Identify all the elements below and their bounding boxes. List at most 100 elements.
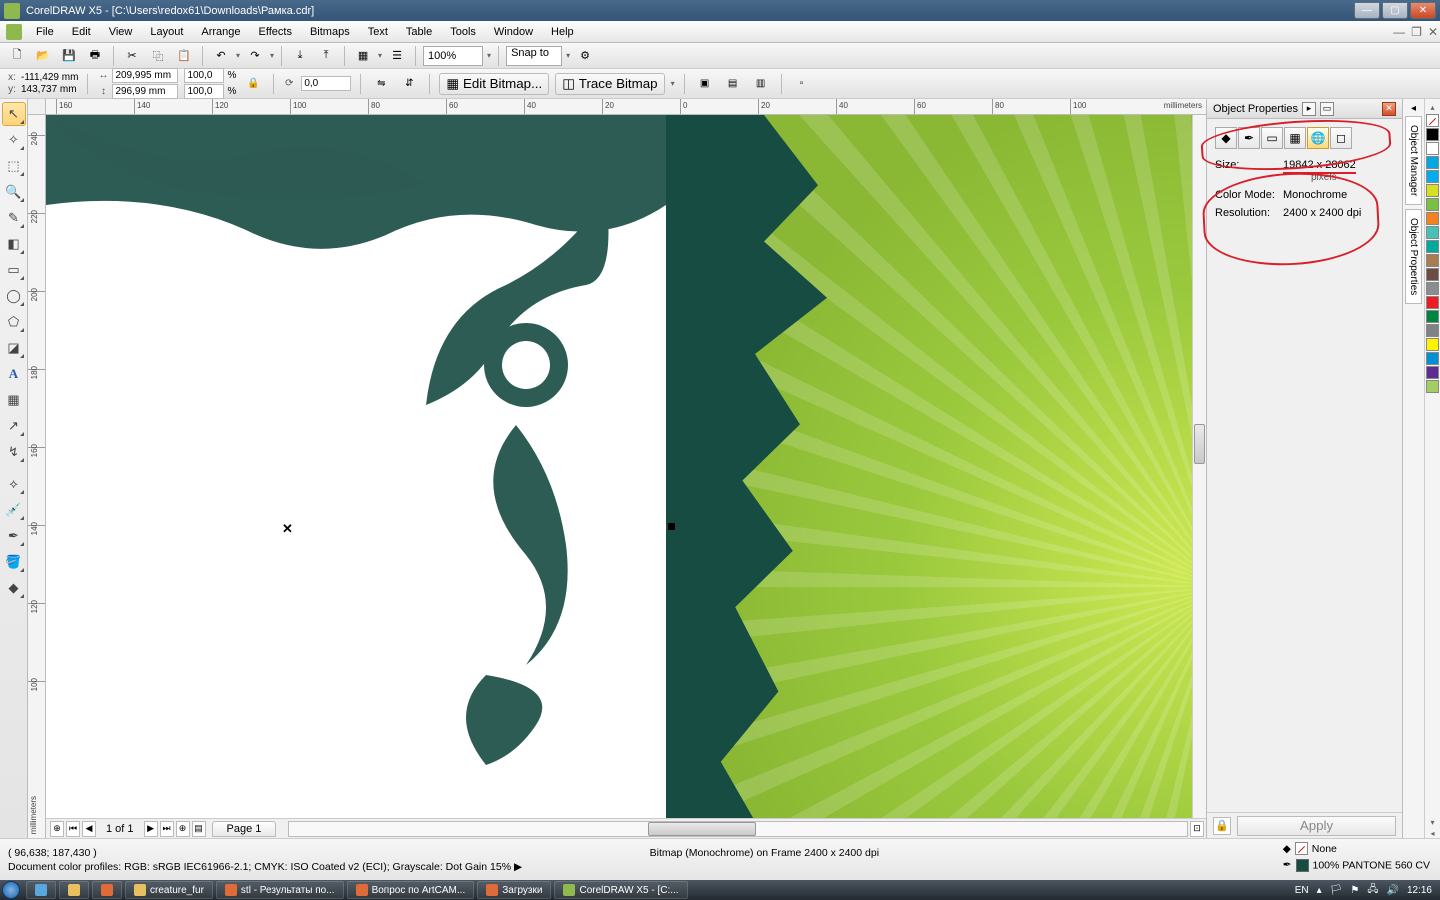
ellipse-tool[interactable]: ◯ (2, 284, 26, 308)
maximize-button[interactable]: ▢ (1382, 2, 1408, 19)
wrap-text-button[interactable]: ▥ (750, 73, 772, 95)
close-button[interactable]: ✕ (1410, 2, 1436, 19)
color-swatch[interactable] (1426, 324, 1439, 337)
prev-page-button[interactable]: ◀ (82, 821, 96, 837)
docker-tabs-toggle-icon[interactable]: ◂ (1409, 101, 1418, 116)
menu-file[interactable]: File (28, 24, 62, 40)
app-launcher-button[interactable]: ▦ (352, 45, 374, 67)
apply-button[interactable]: Apply (1237, 816, 1396, 836)
mdi-minimize-icon[interactable]: — (1393, 25, 1405, 39)
taskbar-item-3[interactable]: Вопрос по ArtCAM... (347, 881, 475, 899)
crop-button[interactable]: ▣ (694, 73, 716, 95)
menu-help[interactable]: Help (543, 24, 582, 40)
zoom-dropdown-icon[interactable]: ▾ (487, 51, 491, 60)
taskbar-pinned-1[interactable] (26, 881, 56, 899)
color-swatch[interactable] (1426, 296, 1439, 309)
start-button[interactable] (2, 881, 20, 899)
nav-out-button[interactable]: ⊡ (1190, 821, 1204, 837)
color-swatch[interactable] (1426, 170, 1439, 183)
mdi-close-icon[interactable]: ✕ (1428, 25, 1438, 39)
cut-button[interactable]: ✂ (121, 45, 143, 67)
add-page-after-button[interactable]: ⊕ (176, 821, 190, 837)
taskbar-pinned-3[interactable] (92, 881, 122, 899)
color-swatch[interactable] (1426, 338, 1439, 351)
fill-swatch-icon[interactable]: ◆ (1283, 843, 1291, 855)
tab-object-manager[interactable]: Object Manager (1405, 116, 1422, 205)
ruler-origin[interactable] (28, 99, 46, 115)
resample-button[interactable]: ▤ (722, 73, 744, 95)
width-input[interactable] (112, 68, 178, 83)
edit-bitmap-button[interactable]: ▦Edit Bitmap... (439, 73, 549, 95)
color-swatch[interactable] (1426, 352, 1439, 365)
color-swatch[interactable] (1426, 240, 1439, 253)
docker-collapse-button[interactable]: ▭ (1320, 102, 1334, 116)
outline-swatch-icon[interactable]: ✒ (1283, 859, 1292, 871)
color-swatch[interactable] (1426, 380, 1439, 393)
color-swatch[interactable] (1426, 142, 1439, 155)
palette-up-icon[interactable]: ▴ (1428, 101, 1436, 114)
taskbar-item-5[interactable]: CorelDRAW X5 - [C:... (554, 881, 687, 899)
rectangle-tool[interactable]: ▭ (2, 258, 26, 282)
new-button[interactable]: 🗋 (6, 45, 28, 67)
table-tool[interactable]: ▦ (2, 388, 26, 412)
last-page-button[interactable]: ⏭ (160, 821, 174, 837)
tray-network-icon[interactable]: 🖧 (1367, 882, 1378, 899)
docker-expand-button[interactable]: ▸ (1302, 102, 1316, 116)
color-swatch[interactable] (1426, 128, 1439, 141)
vscroll-thumb[interactable] (1194, 424, 1205, 464)
scale-y-input[interactable] (184, 84, 224, 99)
pick-tool[interactable]: ↖ (2, 102, 26, 126)
undo-dropdown-icon[interactable]: ▾ (236, 51, 240, 60)
taskbar-item-1[interactable]: creature_fur (125, 881, 213, 899)
menu-effects[interactable]: Effects (251, 24, 300, 40)
vertical-ruler[interactable]: millimeters 240220200180160140120100 (28, 115, 46, 838)
menu-tools[interactable]: Tools (442, 24, 484, 40)
next-page-button[interactable]: ▶ (144, 821, 158, 837)
paste-button[interactable]: 📋 (173, 45, 195, 67)
menu-table[interactable]: Table (398, 24, 440, 40)
interactive-fill-tool[interactable]: ◆ (2, 576, 26, 600)
general-tab[interactable]: ▭ (1261, 127, 1283, 149)
tab-object-properties[interactable]: Object Properties (1405, 209, 1422, 304)
export-button[interactable]: ⤒ (315, 45, 337, 67)
menu-window[interactable]: Window (486, 24, 541, 40)
bitmap-options-button[interactable]: ▫ (791, 73, 813, 95)
welcome-button[interactable]: ☰ (386, 45, 408, 67)
horizontal-ruler[interactable]: millimeters 1601401201008060402002040608… (46, 99, 1206, 115)
trace-dropdown-icon[interactable]: ▾ (671, 79, 675, 88)
open-button[interactable]: 📂 (32, 45, 54, 67)
detail-tab[interactable]: ▦ (1284, 127, 1306, 149)
basic-shapes-tool[interactable]: ◪ (2, 336, 26, 360)
connector-tool[interactable]: ↯ (2, 440, 26, 464)
save-button[interactable]: 💾 (58, 45, 80, 67)
polygon-tool[interactable]: ⬠ (2, 310, 26, 334)
tray-flag-icon[interactable]: 🏳 (1330, 885, 1343, 896)
taskbar-item-4[interactable]: Загрузки (477, 881, 551, 899)
tray-clock[interactable]: 12:16 (1407, 885, 1432, 896)
color-swatch[interactable] (1426, 198, 1439, 211)
docker-close-button[interactable]: ✕ (1382, 102, 1396, 116)
color-swatch[interactable] (1426, 254, 1439, 267)
tray-volume-icon[interactable]: 🔊 (1387, 885, 1399, 896)
import-button[interactable]: ⤓ (289, 45, 311, 67)
outline-tab[interactable]: ✒ (1238, 127, 1260, 149)
smart-fill-tool[interactable]: ◧ (2, 232, 26, 256)
eyedropper-tool[interactable]: 💉 (2, 498, 26, 522)
color-swatch[interactable] (1426, 156, 1439, 169)
trace-bitmap-button[interactable]: ◫Trace Bitmap (555, 73, 664, 95)
page-tab-1[interactable]: Page 1 (212, 821, 277, 837)
palette-down-icon[interactable]: ▾ (1428, 816, 1436, 829)
redo-dropdown-icon[interactable]: ▾ (270, 51, 274, 60)
scale-x-input[interactable] (184, 68, 224, 83)
menu-view[interactable]: View (101, 24, 141, 40)
text-tool[interactable]: A (2, 362, 26, 386)
fill-tab[interactable]: ◆ (1215, 127, 1237, 149)
tray-lang[interactable]: EN (1295, 885, 1309, 896)
fill-tool[interactable]: 🪣 (2, 550, 26, 574)
swatch-none[interactable] (1426, 114, 1439, 127)
color-swatch[interactable] (1426, 226, 1439, 239)
color-swatch[interactable] (1426, 366, 1439, 379)
mirror-v-button[interactable]: ⇵ (398, 73, 420, 95)
zoom-level-input[interactable] (423, 46, 483, 66)
internet-tab[interactable]: 🌐 (1307, 127, 1329, 149)
